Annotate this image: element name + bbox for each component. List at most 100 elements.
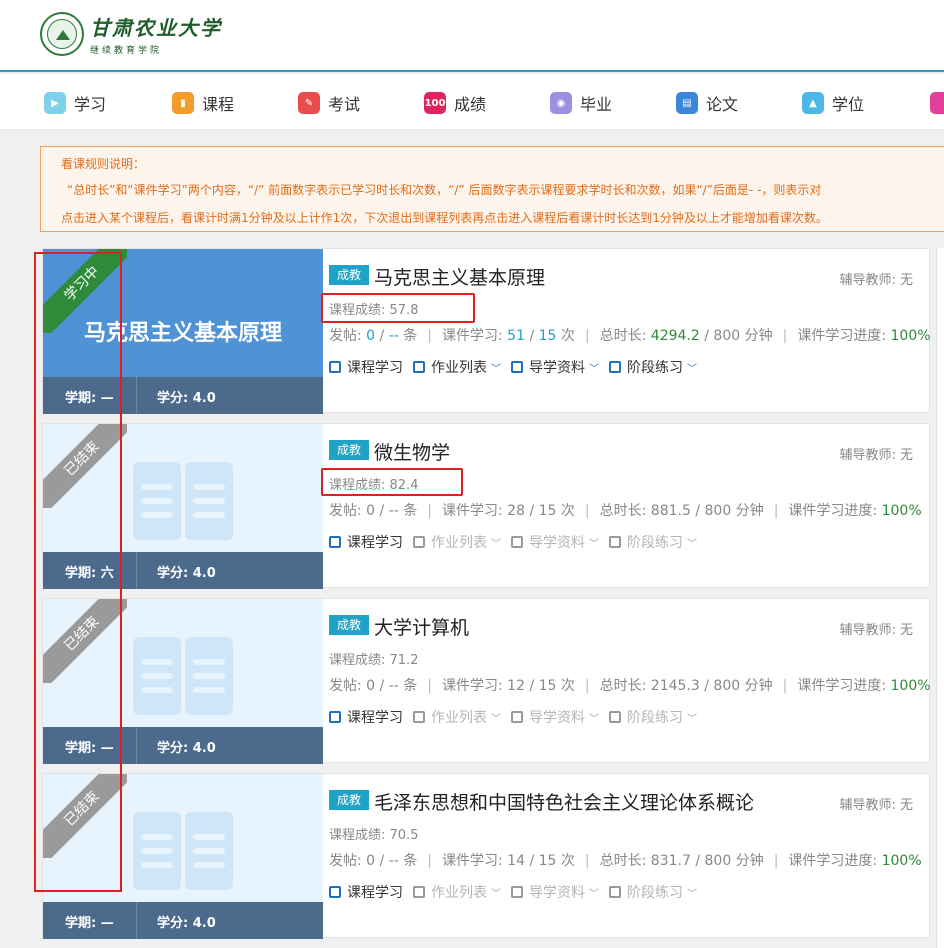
course-actions: 课程学习 作业列表 ﹀ 导学资料 ﹀ 阶段练习 ﹀ (329, 707, 707, 727)
course-stats: 发帖: 0 / -- 条 | 课件学习: 51 / 15 次 | 总时长: 4294.2… (329, 328, 931, 344)
nav-icon-6: ▲ (802, 92, 824, 114)
list-icon (511, 711, 523, 723)
book-icon (133, 637, 233, 717)
edit-icon (609, 536, 621, 548)
course-study-button[interactable]: 课程学习 (329, 532, 403, 552)
notice-line-1: “总时长”和“课件学习”两个内容，“/” 前面数字表示已学习时长和次数，“/” … (67, 183, 822, 197)
chevron-down-icon: ﹀ (589, 713, 599, 725)
course-type-tag: 成教 (329, 440, 369, 460)
main-nav: ▶ 学习 ▮ 课程 ✎ 考试 100 成绩 ◉ 毕业 ▤ 论文 ▲ 学位 (0, 74, 944, 130)
nav-label: 课程 (202, 95, 235, 114)
chevron-down-icon: ﹀ (589, 538, 599, 550)
course-stats: 发帖: 0 / -- 条 | 课件学习: 28 / 15 次 | 总时长: 881.5 … (329, 503, 922, 519)
folder-icon (413, 711, 425, 723)
play-icon (329, 886, 341, 898)
credit-label: 学分: 4.0 (157, 566, 216, 581)
stage-practice-dropdown[interactable]: 阶段练习 ﹀ (609, 707, 697, 727)
notice-title: 看课规则说明： (61, 157, 146, 171)
course-actions: 课程学习 作业列表 ﹀ 导学资料 ﹀ 阶段练习 ﹀ (329, 882, 707, 902)
course-type-tag: 成教 (329, 790, 369, 810)
nav-label: 成绩 (454, 95, 487, 114)
chevron-down-icon: ﹀ (687, 888, 697, 900)
folder-icon (413, 536, 425, 548)
term-label: 学期: — (65, 916, 114, 931)
course-card: 马克思主义基本原理 学习中 学期: — 学分: 4.0 成教 马克思主义基本原理 辅导教师:… (42, 248, 931, 414)
nav-icon-1: ▮ (172, 92, 194, 114)
nav-item-7[interactable] (930, 90, 944, 116)
stage-practice-dropdown[interactable]: 阶段练习 ﹀ (609, 357, 697, 377)
course-study-button[interactable]: 课程学习 (329, 882, 403, 902)
homework-list-dropdown[interactable]: 作业列表 ﹀ (413, 357, 501, 377)
viewing-rules-notice: 看课规则说明： “总时长”和“课件学习”两个内容，“/” 前面数字表示已学习时长… (40, 146, 944, 232)
play-icon (329, 536, 341, 548)
course-score: 课程成绩: 71.2 (329, 653, 419, 668)
course-actions: 课程学习 作业列表 ﹀ 导学资料 ﹀ 阶段练习 ﹀ (329, 357, 707, 377)
credit-label: 学分: 4.0 (157, 916, 216, 931)
list-icon (511, 886, 523, 898)
edit-icon (609, 886, 621, 898)
annotation-highlight-status (34, 252, 122, 892)
nav-label: 论文 (706, 95, 739, 114)
tutor-label: 辅导教师: 无 (839, 623, 913, 638)
guide-material-dropdown[interactable]: 导学资料 ﹀ (511, 532, 599, 552)
homework-list-dropdown[interactable]: 作业列表 ﹀ (413, 882, 501, 902)
nav-item-4[interactable]: ◉ 毕业 (550, 90, 612, 116)
chevron-down-icon: ﹀ (491, 713, 501, 725)
university-seal-icon (40, 12, 84, 56)
play-icon (329, 361, 341, 373)
chevron-down-icon: ﹀ (687, 713, 697, 725)
nav-item-6[interactable]: ▲ 学位 (802, 90, 864, 116)
course-score: 课程成绩: 70.5 (329, 828, 419, 843)
course-stats: 发帖: 0 / -- 条 | 课件学习: 14 / 15 次 | 总时长: 831.7 … (329, 853, 922, 869)
nav-item-2[interactable]: ✎ 考试 (298, 90, 360, 116)
credit-label: 学分: 4.0 (157, 741, 216, 756)
homework-list-dropdown[interactable]: 作业列表 ﹀ (413, 532, 501, 552)
course-study-button[interactable]: 课程学习 (329, 707, 403, 727)
university-name: 甘肃农业大学 (90, 16, 222, 40)
nav-label: 考试 (328, 95, 361, 114)
course-card: 已结束 学期: — 学分: 4.0 成教 大学计算机 辅导教师: 无课程成绩: 71.2 发… (42, 598, 931, 764)
stage-practice-dropdown[interactable]: 阶段练习 ﹀ (609, 882, 697, 902)
right-panel-edge (936, 248, 944, 948)
chevron-down-icon: ﹀ (589, 888, 599, 900)
nav-label: 学习 (74, 95, 107, 114)
course-name[interactable]: 大学计算机 (374, 613, 469, 640)
university-logo[interactable]: 甘肃农业大学 继续教育学院 (40, 12, 222, 56)
chevron-down-icon: ﹀ (491, 888, 501, 900)
nav-label: 学位 (832, 95, 865, 114)
college-name: 继续教育学院 (90, 46, 163, 56)
nav-item-5[interactable]: ▤ 论文 (676, 90, 738, 116)
stage-practice-dropdown[interactable]: 阶段练习 ﹀ (609, 532, 697, 552)
nav-item-1[interactable]: ▮ 课程 (172, 90, 234, 116)
nav-label: 毕业 (580, 95, 613, 114)
guide-material-dropdown[interactable]: 导学资料 ﹀ (511, 882, 599, 902)
course-name[interactable]: 马克思主义基本原理 (374, 263, 545, 290)
list-icon (511, 361, 523, 373)
homework-list-dropdown[interactable]: 作业列表 ﹀ (413, 707, 501, 727)
course-name[interactable]: 微生物学 (374, 438, 450, 465)
chevron-down-icon: ﹀ (589, 363, 599, 375)
nav-icon-2: ✎ (298, 92, 320, 114)
course-name[interactable]: 毛泽东思想和中国特色社会主义理论体系概论 (374, 788, 754, 815)
book-icon (133, 462, 233, 542)
folder-icon (413, 361, 425, 373)
book-icon (133, 812, 233, 892)
notice-line-2: 点击进入某个课程后，看课计时满1分钟及以上计作1次，下次退出到课程列表再点击进入… (61, 211, 828, 225)
guide-material-dropdown[interactable]: 导学资料 ﹀ (511, 357, 599, 377)
course-study-button[interactable]: 课程学习 (329, 357, 403, 377)
score-value: 70.5 (389, 828, 419, 843)
tutor-label: 辅导教师: 无 (839, 273, 913, 288)
nav-icon-7 (930, 92, 944, 114)
course-card: 已结束 学期: 六学分: 4.0 成教 微生物学 辅导教师: 无课程成绩: 82.4 发帖… (42, 423, 930, 589)
nav-item-3[interactable]: 100 成绩 (424, 90, 486, 116)
course-type-tag: 成教 (329, 265, 369, 285)
nav-icon-4: ◉ (550, 92, 572, 114)
nav-item-0[interactable]: ▶ 学习 (44, 90, 106, 116)
guide-material-dropdown[interactable]: 导学资料 ﹀ (511, 707, 599, 727)
chevron-down-icon: ﹀ (491, 538, 501, 550)
course-actions: 课程学习 作业列表 ﹀ 导学资料 ﹀ 阶段练习 ﹀ (329, 532, 707, 552)
edit-icon (609, 361, 621, 373)
chevron-down-icon: ﹀ (687, 363, 697, 375)
list-icon (511, 536, 523, 548)
chevron-down-icon: ﹀ (687, 538, 697, 550)
